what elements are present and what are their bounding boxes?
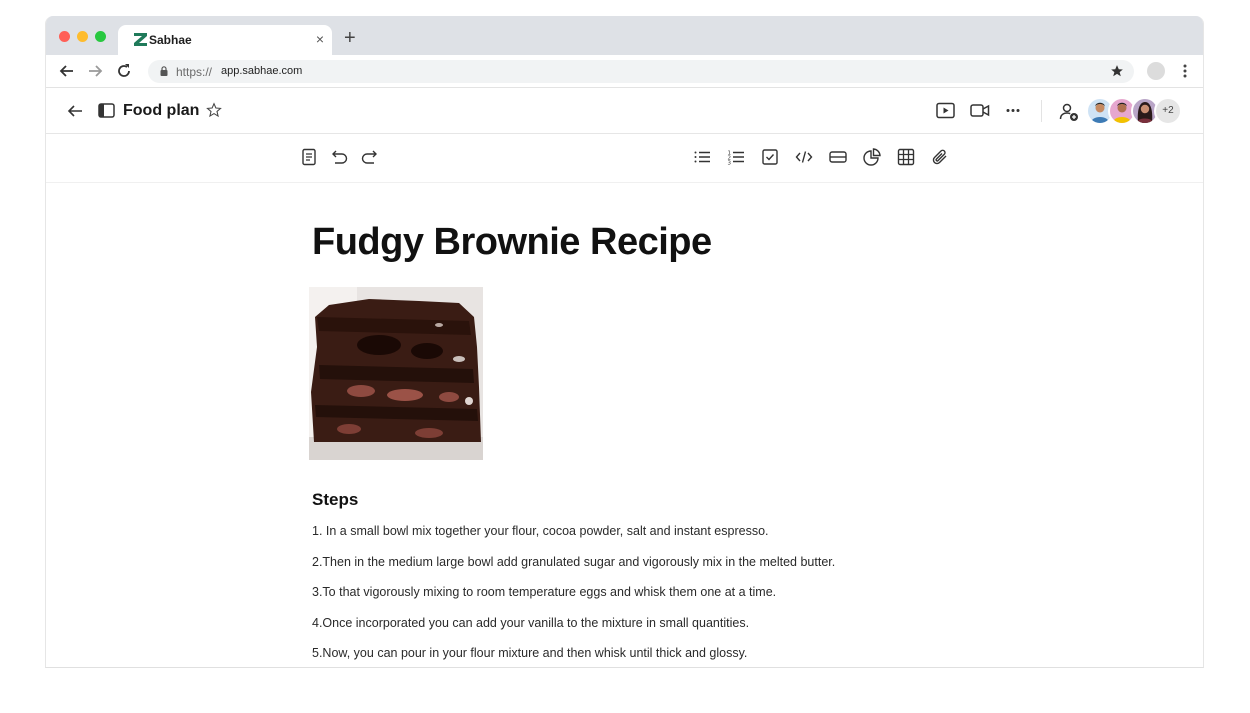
tab-title: Sabhae bbox=[149, 33, 192, 47]
checkbox-icon[interactable] bbox=[761, 148, 779, 166]
browser-menu-icon[interactable] bbox=[1181, 63, 1189, 79]
tab-bar: Sabhae × + bbox=[46, 16, 1203, 55]
attachment-icon[interactable] bbox=[931, 148, 949, 166]
browser-window: Sabhae × + https:// app.sabhae.com Food … bbox=[45, 16, 1204, 668]
numbered-list-icon[interactable]: 1 2 3 bbox=[727, 148, 745, 166]
browser-back-icon[interactable] bbox=[59, 63, 75, 79]
video-call-icon[interactable] bbox=[970, 102, 990, 119]
page-title: Food plan bbox=[123, 102, 200, 119]
list-item[interactable]: 3.To that vigorously mixing to room temp… bbox=[312, 585, 776, 599]
chart-icon[interactable] bbox=[863, 148, 881, 166]
more-icon[interactable] bbox=[1005, 102, 1021, 119]
new-tab-button[interactable]: + bbox=[344, 28, 356, 48]
document-title[interactable]: Fudgy Brownie Recipe bbox=[312, 221, 712, 264]
add-member-icon[interactable] bbox=[1059, 102, 1079, 122]
browser-tab[interactable]: Sabhae × bbox=[118, 25, 332, 55]
steps-heading[interactable]: Steps bbox=[312, 490, 358, 510]
profile-icon[interactable] bbox=[1147, 62, 1165, 80]
page-icon[interactable] bbox=[300, 148, 318, 166]
bookmark-star-icon[interactable] bbox=[1110, 64, 1124, 78]
list-item[interactable]: 5.Now, you can pour in your flour mixtur… bbox=[312, 646, 747, 660]
bullet-list-icon[interactable] bbox=[693, 148, 711, 166]
present-icon[interactable] bbox=[936, 102, 955, 119]
url-scheme: https:// bbox=[176, 65, 213, 79]
redo-icon[interactable] bbox=[360, 148, 378, 166]
address-bar: https:// app.sabhae.com bbox=[46, 55, 1203, 88]
app-header: Food plan +2 bbox=[46, 88, 1203, 134]
minimize-window-button[interactable] bbox=[77, 31, 88, 42]
lock-icon bbox=[160, 66, 168, 76]
code-icon[interactable] bbox=[795, 148, 813, 166]
more-avatars-badge[interactable]: +2 bbox=[1154, 97, 1182, 125]
brownie-image[interactable] bbox=[309, 287, 483, 460]
star-outline-icon[interactable] bbox=[206, 102, 222, 118]
tab-close-button[interactable]: × bbox=[316, 31, 324, 47]
close-window-button[interactable] bbox=[59, 31, 70, 42]
list-item[interactable]: 4.Once incorporated you can add your van… bbox=[312, 616, 749, 630]
sidebar-toggle-icon[interactable] bbox=[98, 103, 115, 118]
svg-text:3: 3 bbox=[728, 161, 732, 167]
list-item[interactable]: 2.Then in the medium large bowl add gran… bbox=[312, 555, 835, 569]
browser-forward-icon[interactable] bbox=[87, 63, 103, 79]
url-field[interactable]: https:// app.sabhae.com bbox=[148, 60, 1134, 83]
editor-toolbar: 1 2 3 bbox=[46, 134, 1203, 183]
back-arrow-icon[interactable] bbox=[66, 102, 84, 120]
undo-icon[interactable] bbox=[331, 148, 349, 166]
url-host: app.sabhae.com bbox=[221, 65, 303, 77]
header-divider bbox=[1041, 100, 1042, 122]
maximize-window-button[interactable] bbox=[95, 31, 106, 42]
sabhae-logo-icon bbox=[134, 33, 147, 46]
divider-block-icon[interactable] bbox=[829, 148, 847, 166]
reload-icon[interactable] bbox=[116, 63, 132, 79]
table-icon[interactable] bbox=[897, 148, 915, 166]
list-item[interactable]: 1. In a small bowl mix together your flo… bbox=[312, 524, 769, 538]
